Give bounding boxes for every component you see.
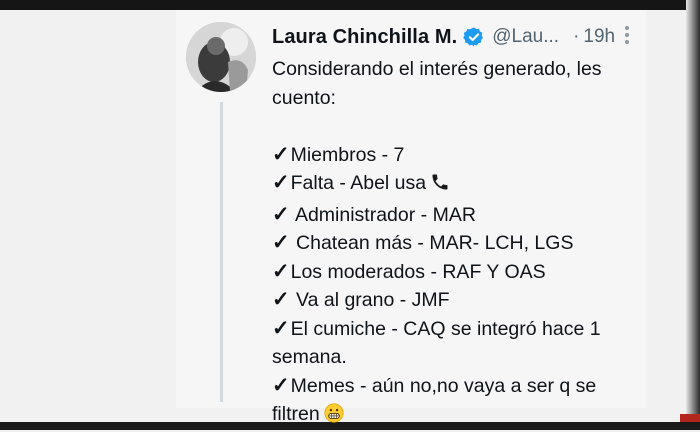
item-continuation: filtren (272, 403, 320, 425)
author-name[interactable]: Laura Chinchilla M. (272, 26, 457, 49)
check-mark-icon: ✓ (272, 373, 290, 397)
item-continuation: semana. (272, 346, 347, 368)
list-item: ✓ Administrador - MAR (272, 201, 632, 230)
item-text: Miembros - 7 (290, 143, 405, 166)
list-item: ✓El cumiche - CAQ se integró hace 1 (272, 315, 632, 344)
screen-edge (686, 0, 700, 430)
check-mark-icon: ✓ (272, 171, 290, 194)
check-mark-icon: ✓ (272, 142, 290, 166)
list-item: ✓Memes - aún no,no vaya a ser q se (272, 372, 632, 401)
list-item: ✓ Chatean más - MAR- LCH, LGS (272, 229, 632, 258)
author-handle[interactable]: @Lau... (492, 26, 559, 48)
check-mark-icon: ✓ (272, 259, 290, 283)
separator-dot: · (573, 26, 580, 47)
grimacing-emoji-icon (324, 403, 344, 432)
item-text: Falta - Abel usa (290, 172, 427, 194)
intro-line: Considerando el interés generado, les (272, 58, 602, 80)
item-text: Los moderados - RAF Y OAS (290, 260, 546, 283)
tweet-card[interactable]: Laura Chinchilla M. @Lau... · 19h Consid… (176, 10, 646, 425)
list-item: ✓Miembros - 7 (272, 141, 632, 170)
tweet-text: Considerando el interés generado, les cu… (272, 55, 632, 432)
timestamp[interactable]: 19h (583, 26, 615, 48)
avatar-image (186, 22, 256, 92)
intro-line: cuento: (272, 86, 336, 109)
thread-line (220, 102, 223, 402)
list-item: ✓Los moderados - RAF Y OAS (272, 258, 632, 287)
avatar[interactable] (186, 22, 256, 92)
phone-icon (430, 172, 450, 201)
item-text: El cumiche - CAQ se integró hace 1 (290, 317, 601, 340)
check-mark-icon: ✓ (272, 231, 290, 254)
check-mark-icon: ✓ (272, 202, 290, 226)
item-continuation-line: filtren (272, 400, 632, 432)
check-mark-icon: ✓ (272, 288, 290, 311)
check-mark-icon: ✓ (272, 316, 290, 340)
top-black-bar (0, 0, 700, 10)
item-text: Va al grano - JMF (290, 289, 450, 311)
tweet-header: Laura Chinchilla M. @Lau... · 19h (272, 22, 615, 52)
list-item: ✓ Va al grano - JMF (272, 286, 632, 315)
list-item: ✓Falta - Abel usa (272, 169, 632, 201)
item-text: Chatean más - MAR- LCH, LGS (290, 232, 574, 254)
item-text: Administrador - MAR (290, 203, 476, 226)
verified-badge-icon (463, 26, 485, 48)
item-text: Memes - aún no,no vaya a ser q se (290, 374, 597, 397)
more-options-icon[interactable] (624, 24, 630, 46)
